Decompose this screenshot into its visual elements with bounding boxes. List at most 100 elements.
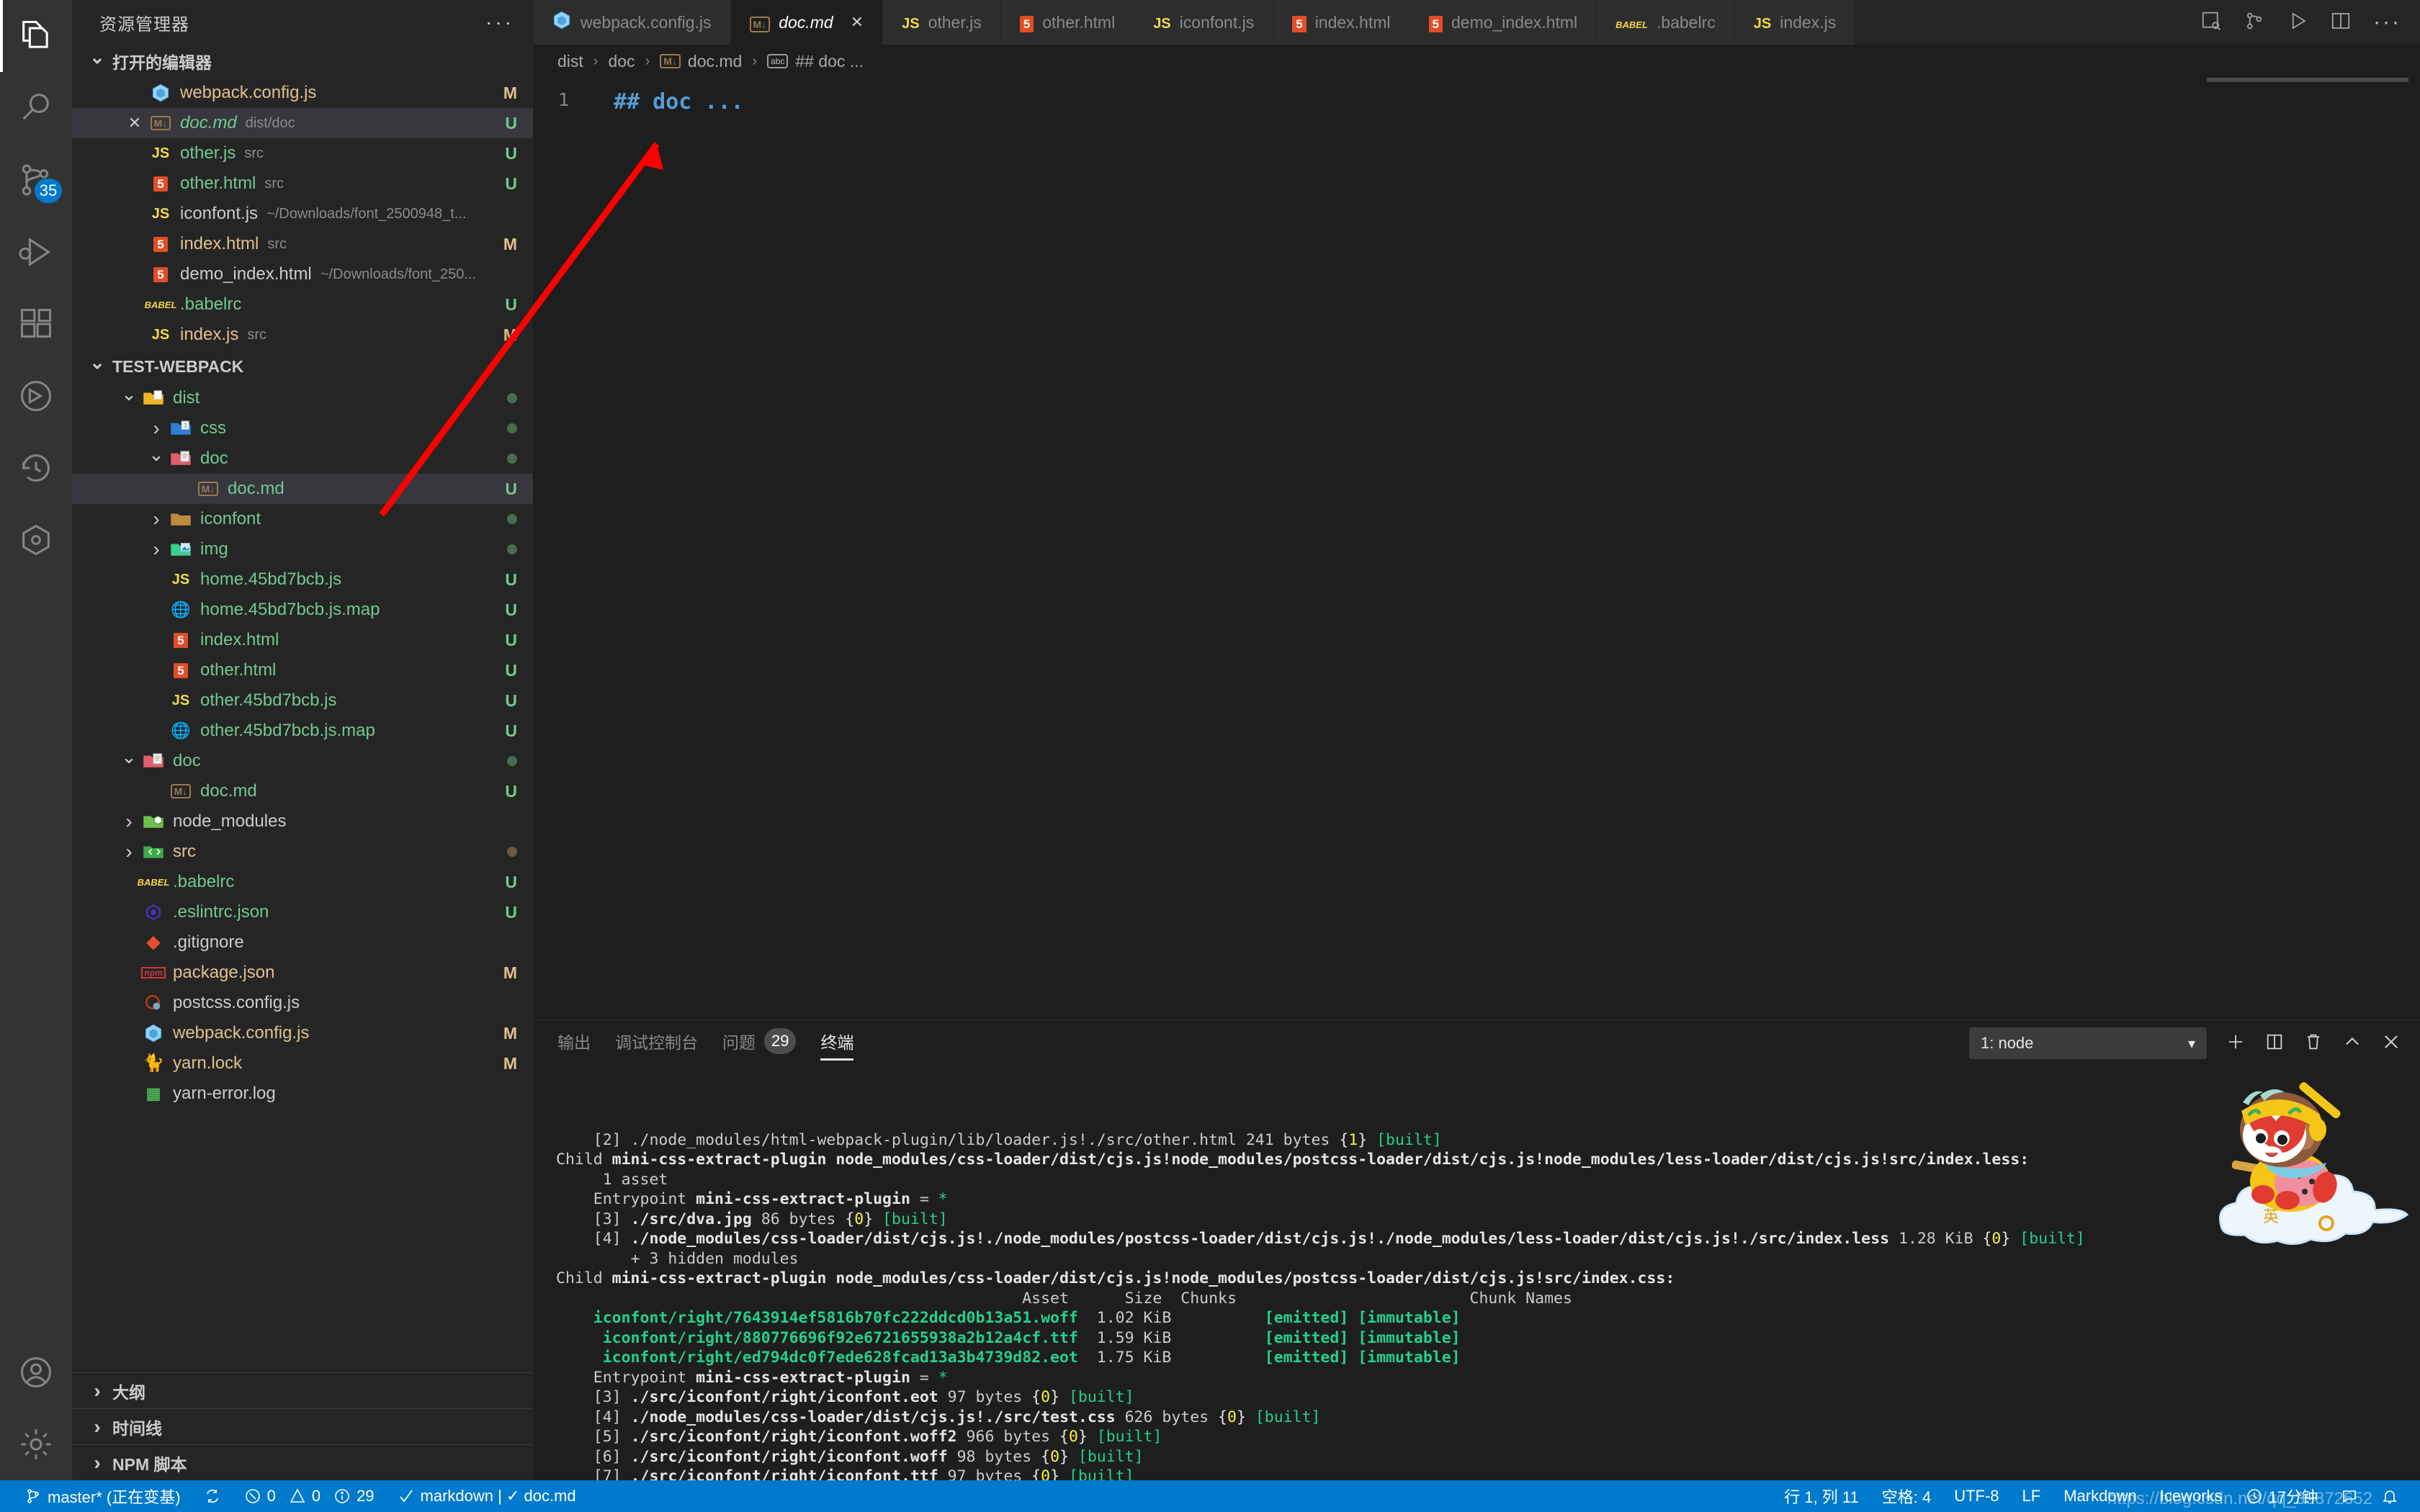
chevron-right-icon[interactable] [117,810,141,833]
sidebar-more-actions-icon[interactable]: ··· [485,11,514,34]
editor-tab[interactable]: JS other.js [883,0,1001,45]
status-feedback[interactable] [2329,1480,2370,1512]
tree-file-row[interactable]: webpack.config.js M [72,1018,533,1048]
history-icon[interactable] [0,432,72,504]
close-icon[interactable]: ✕ [851,13,864,32]
status-language-mode[interactable]: Markdown [2052,1480,2148,1512]
open-editor-row[interactable]: 5 demo_index.html ~/Downloads/font_250... [72,259,533,289]
status-time-tracker[interactable]: 17分钟 [2234,1480,2329,1512]
open-editor-row[interactable]: ✕ M↓ doc.md dist/doc U [72,108,533,138]
panel-tab[interactable]: 调试控制台 [615,1029,698,1058]
chevron-right-icon[interactable] [117,840,141,863]
run-preview-icon[interactable] [2244,10,2265,35]
split-editor-preview-icon[interactable] [2200,10,2222,35]
editor-tab[interactable]: 5 demo_index.html [1410,0,1597,45]
chevron-down-icon[interactable] [144,448,169,470]
search-icon[interactable] [0,72,72,144]
collapsed-section[interactable]: 时间线 [72,1408,533,1444]
tree-file-row[interactable]: M↓ doc.md U [72,474,533,504]
workspace-section-title[interactable]: TEST-WEBPACK [72,350,533,383]
breadcrumb-item-3[interactable]: ## doc ... [795,52,864,71]
chevron-down-icon[interactable] [117,750,141,773]
chevron-right-icon[interactable] [144,508,169,531]
editor-tab[interactable]: JS iconfont.js [1134,0,1274,45]
tree-file-row[interactable]: JS other.45bd7bcb.js U [72,685,533,716]
status-problems[interactable]: 0 0 29 [233,1480,386,1512]
tree-folder-row[interactable]: node_modules [72,806,533,837]
tree-file-row[interactable]: .eslintrc.json U [72,897,533,927]
status-encoding[interactable]: UTF-8 [1942,1480,2010,1512]
open-editor-row[interactable]: JS index.js src M [72,320,533,350]
status-cursor-position[interactable]: 行 1, 列 11 [1773,1480,1870,1512]
editor-tab[interactable]: webpack.config.js [533,0,731,45]
tree-file-row[interactable]: ▦ yarn-error.log [72,1079,533,1109]
editor-tab[interactable]: JS index.js [1734,0,1856,45]
chevron-down-icon[interactable] [117,387,141,410]
settings-gear-icon[interactable] [0,1408,72,1480]
accounts-icon[interactable] [0,1336,72,1408]
extensions-icon[interactable] [0,288,72,360]
tree-folder-row[interactable]: doc [72,444,533,474]
code-editor[interactable]: 1 ## doc ... [533,78,2420,1020]
maximize-panel-icon[interactable] [2342,1032,2362,1056]
iceworks-icon[interactable] [0,504,72,576]
test-icon[interactable] [0,360,72,432]
editor-scrollbar[interactable] [2207,78,2408,82]
editor-tab[interactable]: 5 index.html [1273,0,1410,45]
tree-file-row[interactable]: 🌐 home.45bd7bcb.js.map U [72,595,533,625]
terminal-selector[interactable]: 1: node ▾ [1969,1027,2207,1059]
run-debug-icon[interactable] [0,216,72,288]
more-actions-icon[interactable]: ··· [2373,10,2401,35]
status-indentation[interactable]: 空格: 4 [1870,1480,1942,1512]
tree-file-row[interactable]: 5 other.html U [72,655,533,685]
panel-tab[interactable]: 终端 [820,1029,854,1061]
new-terminal-icon[interactable] [2226,1032,2246,1056]
tree-folder-row[interactable]: src [72,837,533,867]
open-editor-row[interactable]: BABEL .babelrc U [72,289,533,320]
status-eol[interactable]: LF [2011,1480,2053,1512]
panel-tab[interactable]: 问题 29 [722,1028,797,1058]
split-terminal-icon[interactable] [2264,1032,2285,1056]
open-editor-row[interactable]: JS iconfont.js ~/Downloads/font_2500948_t.… [72,199,533,229]
tree-folder-row[interactable]: 3 css [72,413,533,444]
tree-file-row[interactable]: M↓ doc.md U [72,776,533,806]
panel-tab[interactable]: 输出 [557,1029,591,1058]
tree-file-row[interactable]: JS home.45bd7bcb.js U [72,564,533,595]
explorer-icon[interactable] [0,0,72,72]
open-editor-row[interactable]: 5 index.html src M [72,229,533,259]
editor-tab[interactable]: BABEL .babelrc [1597,0,1735,45]
tree-file-row[interactable]: 5 index.html U [72,625,533,655]
source-control-icon[interactable]: 35 [0,144,72,216]
tree-folder-row[interactable]: doc [72,746,533,776]
close-icon[interactable]: ✕ [124,114,145,132]
tree-file-row[interactable]: ◆ .gitignore [72,927,533,958]
terminal-output[interactable]: 英 [2] ./node_modules/html-webpack-plugin… [533,1066,2420,1480]
tree-file-row[interactable]: 🌐 other.45bd7bcb.js.map U [72,716,533,746]
editor-tab[interactable]: 5 other.html [1000,0,1135,45]
breadcrumb-item-2[interactable]: doc.md [688,52,742,71]
tree-folder-row[interactable]: img [72,534,533,564]
open-editor-row[interactable]: 5 other.html src U [72,168,533,199]
open-editor-row[interactable]: JS other.js src U [72,138,533,168]
status-notifications[interactable] [2370,1480,2410,1512]
tree-file-row[interactable]: npm package.json M [72,958,533,988]
status-iceworks[interactable]: Iceworks [2148,1480,2234,1512]
kill-terminal-icon[interactable] [2303,1032,2323,1056]
status-sync[interactable] [192,1480,233,1512]
editor-tab[interactable]: M↓ doc.md ✕ [730,0,884,45]
tree-folder-row[interactable]: iconfont [72,504,533,534]
chevron-right-icon[interactable] [144,538,169,561]
tree-file-row[interactable]: postcss.config.js [72,988,533,1018]
collapsed-section[interactable]: NPM 脚本 [72,1444,533,1480]
split-editor-icon[interactable] [2330,10,2352,35]
tree-folder-row[interactable]: dist [72,383,533,413]
collapsed-section[interactable]: 大纲 [72,1372,533,1408]
status-markdown-lint[interactable]: markdown | ✓ doc.md [386,1480,588,1512]
open-editor-row[interactable]: webpack.config.js M [72,78,533,108]
open-editors-section-title[interactable]: 打开的编辑器 [72,45,533,78]
tree-file-row[interactable]: 🐈 yarn.lock M [72,1048,533,1079]
breadcrumb-item-1[interactable]: doc [608,52,635,71]
status-branch[interactable]: master* (正在变基) [13,1480,192,1512]
breadcrumb-item-0[interactable]: dist [557,52,583,71]
chevron-right-icon[interactable] [144,417,169,440]
